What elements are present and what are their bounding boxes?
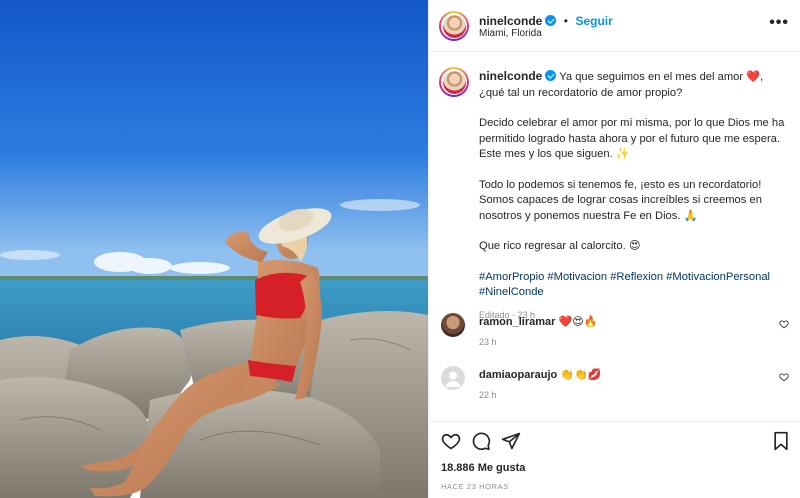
author-avatar[interactable] <box>439 11 469 41</box>
comment-line: damiaoparaujo 👏👏💋 <box>479 368 601 381</box>
commenter-avatar[interactable] <box>441 313 465 337</box>
comment-username[interactable]: damiaoparaujo <box>479 369 557 381</box>
comment-text: ❤️😍🔥 <box>558 316 598 328</box>
separator-dot: • <box>563 14 568 28</box>
caption-username[interactable]: ninelconde <box>479 69 542 83</box>
heart-icon[interactable] <box>441 431 461 451</box>
post-actions: 18.886 Me gusta HACE 23 HORAS <box>429 421 800 498</box>
comment-time: 23 h <box>479 337 497 347</box>
beach-photo-illustration <box>0 0 428 498</box>
post-timestamp[interactable]: HACE 23 HORAS <box>441 482 509 491</box>
comment-line: ramon_liramar ❤️😍🔥 <box>479 315 597 328</box>
follow-button[interactable]: Seguir <box>575 14 612 28</box>
commenter-avatar[interactable] <box>441 366 465 390</box>
post-photo[interactable] <box>0 0 428 498</box>
caption-para-2: Decido celebrar el amor por mí misma, po… <box>479 117 785 160</box>
caption-para-3: Todo lo podemos si tenemos fe, ¡esto es … <box>479 178 762 222</box>
caption-para-4: Que rico regresar al calorcito. 😍 <box>479 240 641 252</box>
post-header: ninelconde • Seguir Miami, Florida ••• <box>429 0 800 52</box>
share-icon[interactable] <box>501 431 521 451</box>
caption-hashtags[interactable]: #AmorPropio #Motivacion #Reflexion #Moti… <box>479 270 791 301</box>
comment-like-heart-icon[interactable] <box>779 372 789 382</box>
like-count[interactable]: 18.886 Me gusta <box>441 462 525 474</box>
comment-username[interactable]: ramon_liramar <box>479 316 555 328</box>
verified-badge-icon <box>545 15 557 26</box>
comment-item: ramon_liramar ❤️😍🔥 23 h <box>429 303 800 363</box>
author-username[interactable]: ninelconde <box>479 14 542 28</box>
caption-text: ninelconde Ya que seguimos en el mes del… <box>479 69 791 323</box>
comment-time: 22 h <box>479 390 497 400</box>
caption-avatar[interactable] <box>439 67 469 97</box>
post-side-panel: ninelconde • Seguir Miami, Florida ••• n… <box>428 0 800 498</box>
comment-item: damiaoparaujo 👏👏💋 22 h <box>429 358 800 418</box>
bookmark-icon[interactable] <box>771 431 791 451</box>
default-avatar-icon <box>445 371 461 387</box>
more-icon[interactable]: ••• <box>769 14 789 32</box>
comment-like-heart-icon[interactable] <box>779 319 789 329</box>
comment-text: 👏👏💋 <box>560 369 602 381</box>
post-location[interactable]: Miami, Florida <box>479 28 542 39</box>
verified-badge-icon <box>545 70 557 81</box>
comment-icon[interactable] <box>471 431 491 451</box>
